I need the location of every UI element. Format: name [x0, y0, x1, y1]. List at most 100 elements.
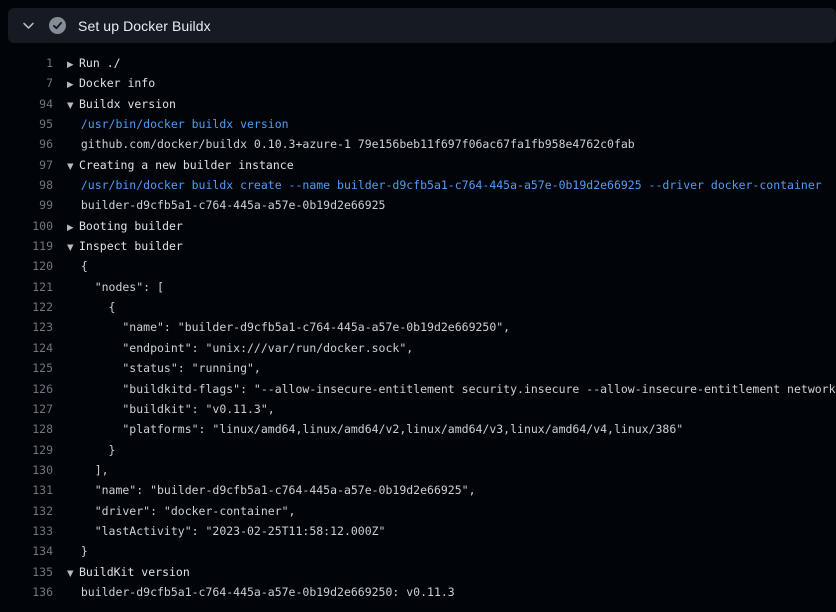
log-lines: 1 ▶Run ./ 7 ▶Docker info 94 ▼Buildx vers…: [0, 43, 836, 602]
line-number[interactable]: 133: [0, 521, 53, 541]
line-number[interactable]: 95: [0, 114, 53, 134]
line-number[interactable]: 132: [0, 501, 53, 521]
log-line: 125 "status": "running",: [0, 358, 836, 378]
log-line: 133 "lastActivity": "2023-02-25T11:58:12…: [0, 521, 836, 541]
line-text: }: [67, 544, 88, 558]
group-toggle-icon[interactable]: ▼: [67, 157, 79, 177]
line-text: "driver": "docker-container",: [67, 504, 295, 518]
line-number[interactable]: 127: [0, 399, 53, 419]
group-toggle-icon[interactable]: ▼: [67, 96, 79, 116]
line-text: ],: [67, 463, 109, 477]
chevron-down-icon[interactable]: [21, 18, 36, 33]
line-number[interactable]: 100: [0, 216, 53, 236]
line-number[interactable]: 96: [0, 134, 53, 154]
line-number[interactable]: 124: [0, 338, 53, 358]
log-line: 134 }: [0, 541, 836, 561]
line-text: "name": "builder-d9cfb5a1-c764-445a-a57e…: [67, 320, 510, 334]
log-line[interactable]: 100 ▶Booting builder: [0, 216, 836, 236]
line-body: "buildkit": "v0.11.3",: [67, 399, 275, 419]
line-number[interactable]: 121: [0, 277, 53, 297]
line-text: "buildkitd-flags": "--allow-insecure-ent…: [67, 382, 836, 396]
line-text: "lastActivity": "2023-02-25T11:58:12.000…: [67, 524, 386, 538]
log-line: 96 github.com/docker/buildx 0.10.3+azure…: [0, 134, 836, 154]
line-body: builder-d9cfb5a1-c764-445a-a57e-0b19d2e6…: [67, 195, 386, 215]
log-line[interactable]: 119 ▼Inspect builder: [0, 236, 836, 256]
line-text: builder-d9cfb5a1-c764-445a-a57e-0b19d2e6…: [67, 198, 386, 212]
line-number[interactable]: 7: [0, 73, 53, 93]
step-header[interactable]: Set up Docker Buildx: [8, 8, 836, 43]
line-body: ▼Inspect builder: [67, 236, 183, 258]
log-line: 95 /usr/bin/docker buildx version: [0, 114, 836, 134]
group-toggle-icon[interactable]: ▶: [67, 218, 79, 238]
line-body: "endpoint": "unix:///var/run/docker.sock…: [67, 338, 413, 358]
line-body: "driver": "docker-container",: [67, 501, 295, 521]
line-body: ▶Run ./: [67, 53, 121, 75]
line-text: Booting builder: [79, 219, 183, 233]
line-number[interactable]: 99: [0, 195, 53, 215]
line-text: "nodes": [: [67, 280, 164, 294]
group-toggle-icon[interactable]: ▶: [67, 75, 79, 95]
step-title: Set up Docker Buildx: [78, 18, 211, 34]
line-body: github.com/docker/buildx 0.10.3+azure-1 …: [67, 134, 635, 154]
line-body: "platforms": "linux/amd64,linux/amd64/v2…: [67, 419, 683, 439]
line-number[interactable]: 126: [0, 379, 53, 399]
log-line: 129 }: [0, 440, 836, 460]
log-line: 99 builder-d9cfb5a1-c764-445a-a57e-0b19d…: [0, 195, 836, 215]
line-body: }: [67, 440, 115, 460]
log-line: 98 /usr/bin/docker buildx create --name …: [0, 175, 836, 195]
log-line[interactable]: 135 ▼BuildKit version: [0, 562, 836, 582]
line-text: builder-d9cfb5a1-c764-445a-a57e-0b19d2e6…: [67, 585, 455, 599]
line-number[interactable]: 128: [0, 419, 53, 439]
log-line: 127 "buildkit": "v0.11.3",: [0, 399, 836, 419]
line-body: /usr/bin/docker buildx create --name bui…: [67, 175, 822, 195]
line-number[interactable]: 1: [0, 53, 53, 73]
line-text: "endpoint": "unix:///var/run/docker.sock…: [67, 341, 413, 355]
line-number[interactable]: 97: [0, 155, 53, 175]
line-number[interactable]: 134: [0, 541, 53, 561]
line-number[interactable]: 122: [0, 297, 53, 317]
log-line: 120 {: [0, 256, 836, 276]
line-text: Buildx version: [79, 97, 176, 111]
line-body: ▼Buildx version: [67, 94, 176, 116]
log-line: 123 "name": "builder-d9cfb5a1-c764-445a-…: [0, 317, 836, 337]
line-body: /usr/bin/docker buildx version: [67, 114, 289, 134]
line-text: /usr/bin/docker buildx create --name bui…: [67, 178, 822, 192]
line-number[interactable]: 119: [0, 236, 53, 256]
line-text: "platforms": "linux/amd64,linux/amd64/v2…: [67, 422, 683, 436]
log-line[interactable]: 97 ▼Creating a new builder instance: [0, 155, 836, 175]
log-line: 128 "platforms": "linux/amd64,linux/amd6…: [0, 419, 836, 439]
line-number[interactable]: 131: [0, 480, 53, 500]
line-text: "buildkit": "v0.11.3",: [67, 402, 275, 416]
line-text: Docker info: [79, 76, 155, 90]
line-number[interactable]: 98: [0, 175, 53, 195]
line-body: {: [67, 297, 115, 317]
line-text: }: [67, 443, 115, 457]
group-toggle-icon[interactable]: ▼: [67, 238, 79, 258]
log-line[interactable]: 94 ▼Buildx version: [0, 94, 836, 114]
line-number[interactable]: 130: [0, 460, 53, 480]
line-body: }: [67, 541, 88, 561]
line-text: github.com/docker/buildx 0.10.3+azure-1 …: [67, 137, 635, 151]
line-body: ▼Creating a new builder instance: [67, 155, 294, 177]
line-number[interactable]: 120: [0, 256, 53, 276]
line-number[interactable]: 94: [0, 94, 53, 114]
line-text: Run ./: [79, 56, 121, 70]
line-body: ▶Booting builder: [67, 216, 183, 238]
line-number[interactable]: 123: [0, 317, 53, 337]
log-line[interactable]: 1 ▶Run ./: [0, 53, 836, 73]
log-line[interactable]: 7 ▶Docker info: [0, 73, 836, 93]
group-toggle-icon[interactable]: ▼: [67, 564, 79, 584]
line-number[interactable]: 135: [0, 562, 53, 582]
line-body: "lastActivity": "2023-02-25T11:58:12.000…: [67, 521, 386, 541]
line-number[interactable]: 125: [0, 358, 53, 378]
line-text: BuildKit version: [79, 565, 190, 579]
line-number[interactable]: 136: [0, 582, 53, 602]
line-text: /usr/bin/docker buildx version: [67, 117, 289, 131]
group-toggle-icon[interactable]: ▶: [67, 55, 79, 75]
line-body: "buildkitd-flags": "--allow-insecure-ent…: [67, 379, 836, 399]
line-text: {: [67, 300, 115, 314]
line-body: ▶Docker info: [67, 73, 155, 95]
line-body: builder-d9cfb5a1-c764-445a-a57e-0b19d2e6…: [67, 582, 455, 602]
line-text: Creating a new builder instance: [79, 158, 294, 172]
line-number[interactable]: 129: [0, 440, 53, 460]
